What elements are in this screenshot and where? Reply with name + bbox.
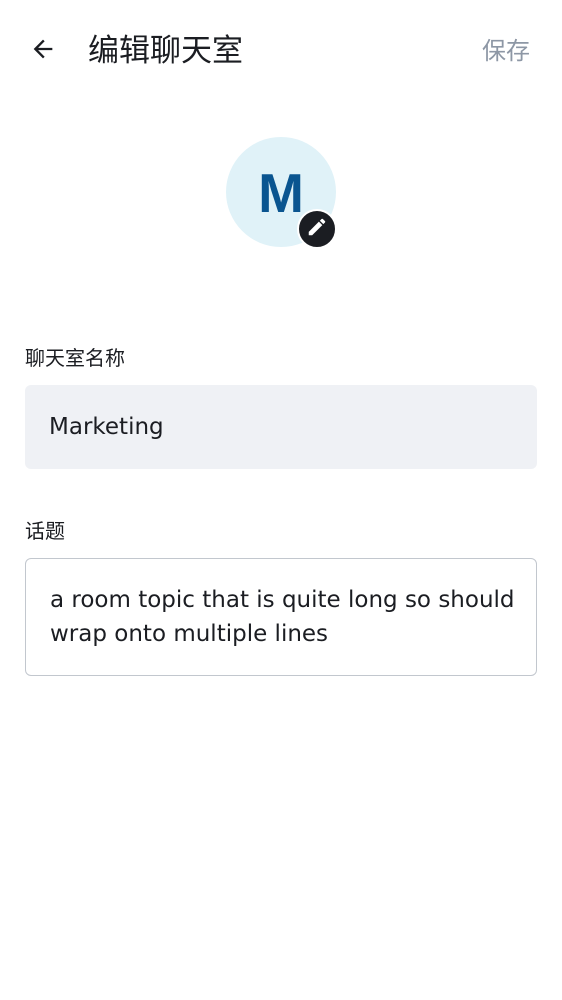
pencil-icon	[306, 216, 328, 242]
arrow-left-icon	[29, 35, 57, 67]
room-name-input[interactable]: Marketing	[25, 385, 537, 469]
top-app-bar: 编辑聊天室 保存	[0, 0, 562, 104]
avatar-initial: M	[258, 161, 304, 224]
save-button[interactable]: 保存	[482, 34, 530, 68]
room-name-label: 聊天室名称	[25, 346, 125, 370]
page-title: 编辑聊天室	[88, 33, 243, 69]
room-name-value: Marketing	[49, 414, 164, 440]
edit-avatar-button[interactable]	[297, 209, 337, 249]
topic-input[interactable]: a room topic that is quite long so shoul…	[25, 558, 537, 676]
topic-label: 话题	[25, 519, 65, 543]
back-button[interactable]	[20, 28, 66, 74]
topic-value: a room topic that is quite long so shoul…	[50, 587, 515, 647]
